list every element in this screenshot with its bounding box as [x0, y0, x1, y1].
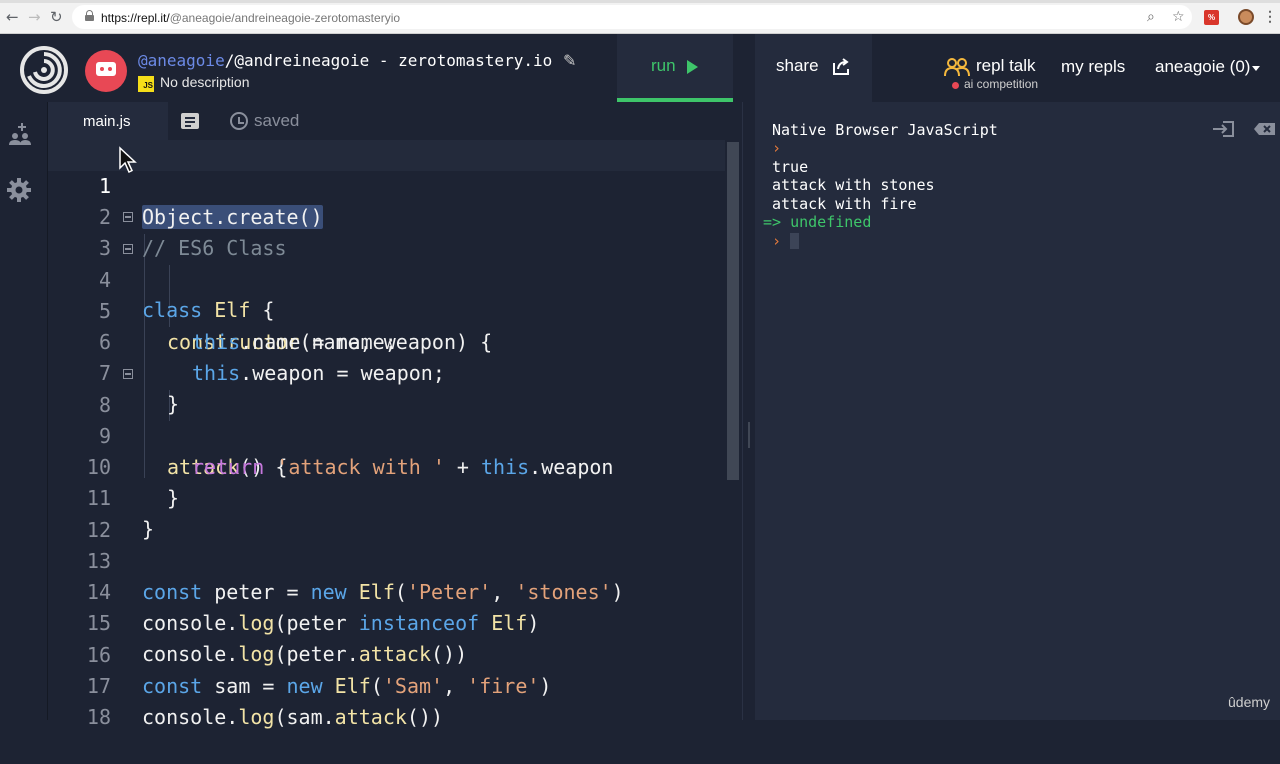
code-line[interactable]: 2 // ES6 Class	[48, 171, 728, 260]
console-header: Native Browser JavaScript	[772, 121, 998, 139]
left-rail	[0, 102, 48, 720]
back-arrow-icon[interactable]: ←	[6, 9, 19, 25]
lock-icon	[85, 10, 94, 21]
code-area[interactable]: 1 Object.create() 2 // ES6 Class 3 class…	[48, 140, 742, 729]
project-title[interactable]: @aneagoie/@andreineagoie - zerotomastery…	[138, 51, 552, 70]
js-language-icon: JS	[138, 76, 154, 92]
console-output: attack with stones	[772, 176, 935, 194]
document-icon[interactable]	[181, 113, 199, 129]
project-avatar[interactable]	[85, 50, 127, 92]
code-line[interactable]: 15 console.log(peter.attack())	[48, 577, 728, 666]
people-icon	[944, 58, 970, 77]
browser-menu-icon[interactable]: ⋮	[1263, 8, 1277, 25]
code-line[interactable]: 13 const peter = new Elf('Peter', 'stone…	[48, 515, 728, 604]
mouse-cursor-icon	[119, 146, 137, 174]
my-repls-link[interactable]: my repls	[1061, 57, 1125, 77]
console-output: attack with fire	[772, 195, 917, 213]
code-line[interactable]: 17 console.log(sam.attack())	[48, 640, 728, 729]
pane-resize-handle[interactable]	[742, 102, 755, 720]
project-name[interactable]: @andreineagoie - zerotomastery.io	[234, 51, 552, 70]
code-line[interactable]: 12	[48, 484, 728, 542]
reload-icon[interactable]: ↻	[50, 9, 63, 25]
code-editor: main.js saved 1 Object.create() 2 // ES6…	[48, 102, 742, 729]
share-button[interactable]: share	[755, 34, 872, 102]
console-result: => undefined	[763, 213, 872, 231]
code-line[interactable]: 5 this.name = name;	[48, 265, 728, 354]
repl-talk-link[interactable]: repl talk	[976, 56, 1036, 76]
console-panel[interactable]: Native Browser JavaScript › true attack …	[755, 102, 1280, 720]
editor-scrollbar[interactable]	[725, 140, 742, 720]
tab-strip	[0, 0, 1280, 3]
project-description[interactable]: No description	[160, 74, 250, 90]
code-line[interactable]: 7 }	[48, 327, 728, 416]
user-menu[interactable]: aneagoie (0)	[1155, 57, 1250, 77]
share-icon	[833, 58, 849, 75]
forward-arrow-icon[interactable]: →	[28, 9, 41, 25]
run-button[interactable]: run	[617, 34, 733, 102]
console-output: true	[772, 158, 809, 176]
tab-main-js[interactable]: main.js	[48, 102, 168, 140]
owner-link[interactable]: @aneagoie	[138, 51, 225, 70]
history-icon[interactable]	[230, 112, 248, 130]
drag-handle-icon[interactable]	[748, 422, 750, 448]
url-text[interactable]: https://repl.it/@aneagoie/andreineagoie-…	[101, 11, 400, 25]
exit-fullscreen-icon[interactable]	[1211, 120, 1235, 138]
editor-tab-bar: main.js saved	[48, 102, 742, 140]
scrollbar-thumb[interactable]	[727, 142, 739, 480]
clear-console-icon[interactable]	[1253, 120, 1277, 138]
repl-header: @aneagoie/@andreineagoie - zerotomastery…	[0, 34, 1280, 102]
udemy-watermark: ûdemy	[1228, 694, 1271, 710]
code-line[interactable]: 8 attack() {	[48, 359, 728, 479]
replit-logo-icon[interactable]	[20, 46, 68, 94]
bookmark-star-icon[interactable]: ☆	[1172, 9, 1185, 25]
fold-toggle-icon[interactable]	[123, 369, 133, 379]
code-line[interactable]: 6 this.weapon = weapon;	[48, 296, 728, 385]
text-caret	[790, 233, 800, 249]
ai-competition-link[interactable]: ai competition	[964, 77, 1038, 91]
saved-status: saved	[254, 111, 300, 130]
code-line[interactable]: 11 }	[48, 452, 728, 541]
play-icon	[687, 60, 698, 74]
live-dot-icon	[952, 82, 959, 89]
extension-icon[interactable]: %	[1204, 10, 1219, 25]
code-line[interactable]: 18	[48, 671, 728, 729]
console-input[interactable]: ›	[772, 232, 800, 250]
fold-toggle-icon[interactable]	[123, 212, 133, 222]
code-line[interactable]: 10 }	[48, 421, 728, 510]
chevron-down-icon[interactable]	[1252, 66, 1260, 71]
multiplayer-icon[interactable]	[6, 120, 32, 146]
code-line[interactable]: 3 class Elf {	[48, 202, 728, 322]
browser-profile-avatar[interactable]	[1238, 9, 1254, 25]
code-line[interactable]: 16 const sam = new Elf('Sam', 'fire')	[48, 609, 728, 698]
console-prompt-line: ›	[772, 139, 782, 157]
robot-icon	[96, 62, 116, 76]
browser-chrome: ← → ↻ https://repl.it/@aneagoie/andreine…	[0, 0, 1280, 34]
code-line[interactable]: 14 console.log(peter instanceof Elf)	[48, 546, 728, 635]
code-line[interactable]: 9 return 'attack with ' + this.weapon	[48, 390, 728, 479]
code-line[interactable]: 4 constructor(name, weapon) {	[48, 234, 728, 354]
edit-pencil-icon[interactable]: ✎	[563, 51, 576, 71]
fold-toggle-icon[interactable]	[123, 244, 133, 254]
gear-icon[interactable]	[6, 177, 32, 203]
zoom-icon[interactable]: ⌕	[1147, 9, 1155, 25]
code-line[interactable]: 1 Object.create()	[48, 140, 728, 229]
